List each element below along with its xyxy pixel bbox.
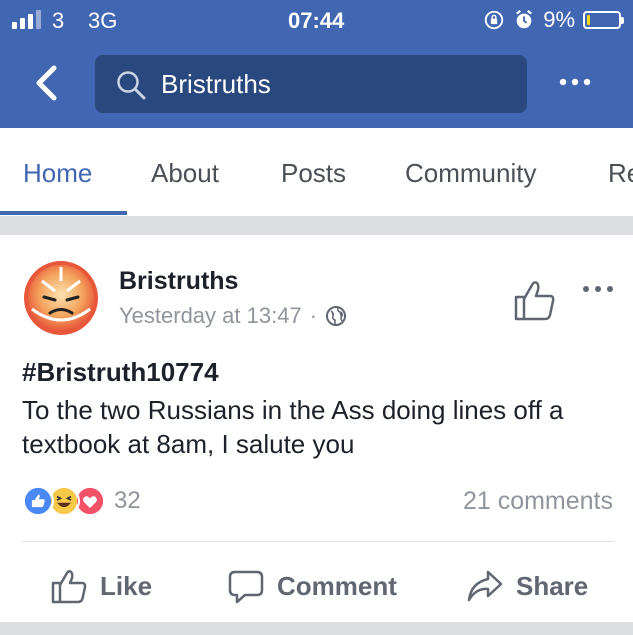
signal-bar (20, 18, 25, 29)
page-name[interactable]: Bristruths (119, 267, 238, 296)
tab-community[interactable]: Community (405, 158, 536, 189)
signal-strength-icon (12, 9, 41, 29)
section-divider (0, 217, 633, 235)
rotation-lock-icon (485, 10, 504, 30)
comment-bubble-icon (228, 570, 264, 604)
tab-posts[interactable]: Posts (281, 158, 346, 189)
globe-icon (326, 306, 346, 326)
post-meta: Yesterday at 13:47 · (119, 303, 347, 329)
post-timestamp[interactable]: Yesterday at 13:47 (119, 303, 302, 329)
page-avatar[interactable] (22, 259, 100, 337)
back-arrow-icon[interactable] (28, 62, 66, 104)
post-hashtag[interactable]: #Bristruth10774 (22, 357, 219, 388)
tab-home[interactable]: Home (23, 158, 92, 189)
share-button[interactable]: Share (466, 567, 588, 605)
post-text: To the two Russians in the Ass doing lin… (22, 395, 564, 459)
like-page-icon[interactable] (512, 277, 558, 323)
search-icon (117, 71, 146, 100)
comment-button[interactable]: Comment (227, 567, 397, 605)
top-bar: 3 3G 07:44 9% Bristruths (0, 0, 633, 128)
thumbs-up-icon (51, 569, 87, 604)
status-bar: 3 3G 07:44 9% (0, 0, 633, 40)
carrier-label: 3 (52, 8, 65, 33)
like-label: Like (100, 570, 153, 601)
share-label: Share (516, 570, 589, 601)
post-card: Bristruths Yesterday at 13:47 · #Bristru… (0, 235, 633, 623)
tab-reviews[interactable]: Re (608, 158, 633, 189)
active-tab-indicator (0, 211, 127, 215)
comment-label: Comment (277, 570, 397, 601)
network-type: 3G (88, 8, 118, 33)
search-bar[interactable]: Bristruths (95, 55, 527, 113)
alarm-clock-icon (516, 9, 533, 29)
signal-bar (28, 14, 33, 29)
signal-bar (12, 22, 17, 29)
meta-separator: · (309, 303, 317, 328)
status-icons: 9% (483, 7, 624, 33)
status-time: 07:44 (288, 8, 345, 33)
battery-level (587, 15, 590, 25)
share-arrow-icon (467, 570, 503, 602)
page-tabs: Home About Posts Community Re (0, 128, 633, 217)
reactions-summary[interactable]: 32 (22, 483, 141, 519)
like-reaction-icon (22, 485, 54, 517)
comments-count[interactable]: 21 comments (463, 487, 613, 516)
post-options-icon[interactable] (580, 281, 616, 297)
reaction-count: 32 (114, 487, 141, 514)
more-icon[interactable] (555, 72, 595, 92)
search-query: Bristruths (161, 69, 271, 99)
section-divider-bottom (0, 622, 633, 635)
signal-bar (36, 10, 41, 29)
tab-about[interactable]: About (151, 158, 219, 189)
like-button[interactable]: Like (50, 567, 152, 605)
post-actions: Like Comment Share (0, 542, 633, 622)
battery-icon (583, 11, 624, 29)
battery-percent: 9% (543, 7, 575, 32)
